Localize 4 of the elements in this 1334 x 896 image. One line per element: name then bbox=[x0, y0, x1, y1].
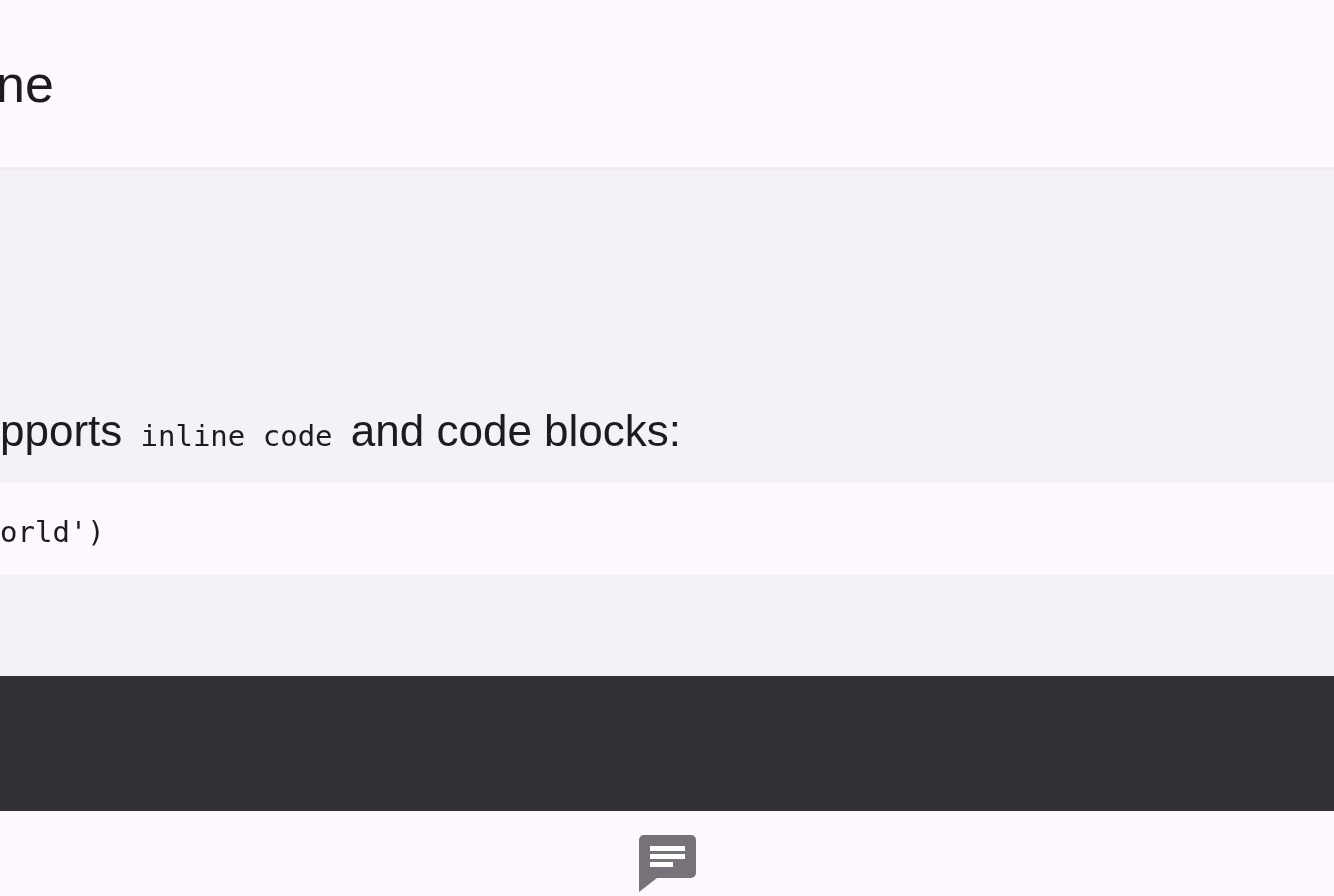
message-text: pports inline code and code blocks: bbox=[0, 405, 682, 457]
code-text: orld') bbox=[0, 515, 105, 549]
page-title: ne bbox=[0, 54, 54, 110]
chat-icon[interactable] bbox=[638, 835, 696, 892]
